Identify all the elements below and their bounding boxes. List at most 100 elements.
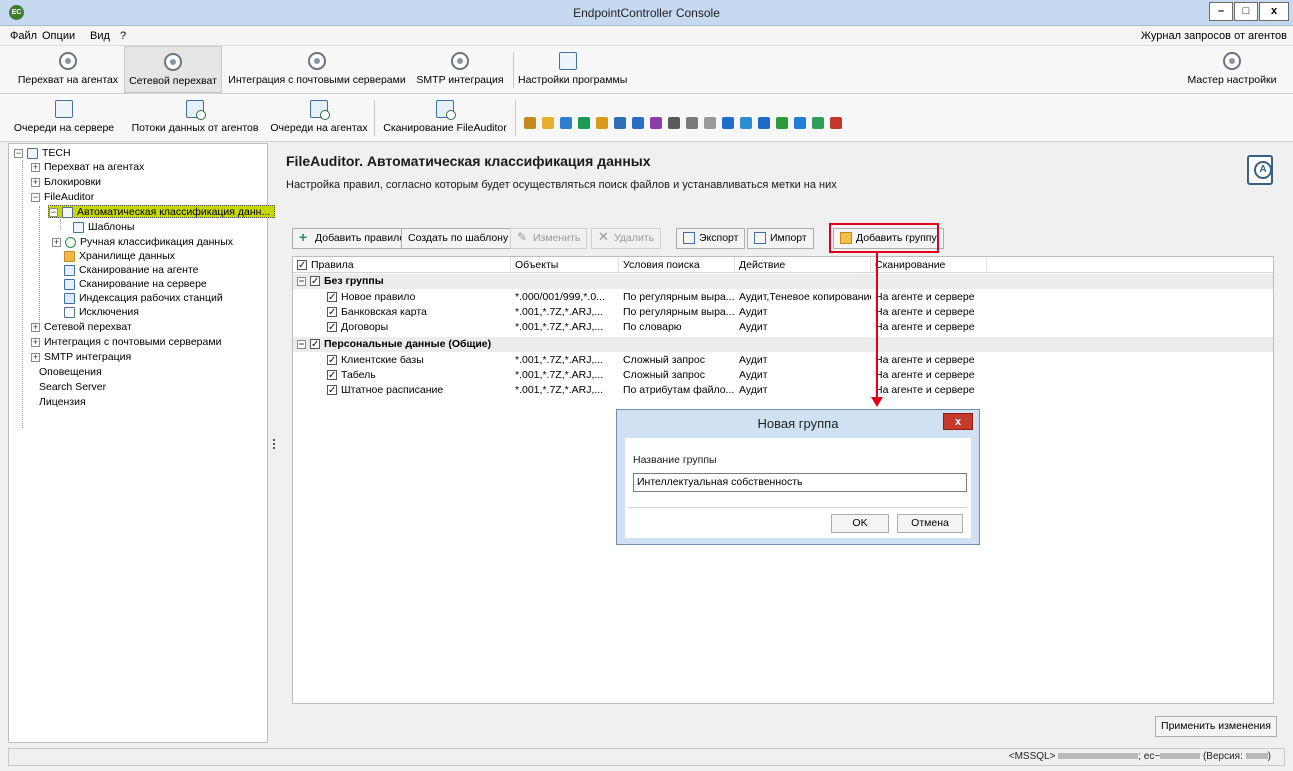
tree-item-network-intercept[interactable]: + Сетевой перехват <box>31 321 132 334</box>
network-intercept-button[interactable]: Сетевой перехват <box>124 46 222 93</box>
menu-file[interactable]: Файл <box>10 30 37 42</box>
tree-item-workstation-index[interactable]: Индексация рабочих станций <box>64 292 223 305</box>
row-checkbox[interactable] <box>327 305 337 320</box>
setup-wizard-button[interactable]: Мастер настройки <box>1180 46 1284 93</box>
table-row[interactable]: Новое правило *.000/001/999,*.0... По ре… <box>293 290 1273 305</box>
minimize-button[interactable]: – <box>1209 2 1233 21</box>
collapse-icon[interactable]: − <box>49 207 58 217</box>
channel-icon[interactable] <box>722 117 734 129</box>
channel-icon[interactable] <box>740 117 752 129</box>
table-row[interactable]: Банковская карта *.001,*.7Z,*.ARJ,... По… <box>293 305 1273 320</box>
tree-item-agent-intercept[interactable]: + Перехват на агентах <box>31 161 144 174</box>
tree-item-templates[interactable]: Шаблоны <box>73 221 134 234</box>
channel-icon[interactable] <box>614 117 626 129</box>
fileauditor-scan-button[interactable]: Сканирование FileAuditor <box>378 94 512 141</box>
channel-icon[interactable] <box>596 117 608 129</box>
agent-queues-button[interactable]: Очереди на агентах <box>266 94 372 141</box>
close-button[interactable]: x <box>1259 2 1289 21</box>
import-button[interactable]: Импорт <box>747 228 814 249</box>
table-row[interactable]: Табель *.001,*.7Z,*.ARJ,... Сложный запр… <box>293 368 1273 383</box>
menu-help[interactable]: ? <box>120 30 126 42</box>
row-checkbox[interactable] <box>327 353 337 368</box>
tree-item-blocks[interactable]: + Блокировки <box>31 176 101 189</box>
menu-view[interactable]: Вид <box>90 30 110 42</box>
column-header-rules[interactable]: Правила <box>293 257 511 274</box>
tree-root-tech[interactable]: − TECH <box>14 147 71 160</box>
expand-icon[interactable]: + <box>31 177 40 187</box>
collapse-icon[interactable]: − <box>31 192 40 202</box>
expand-icon[interactable]: + <box>31 352 40 362</box>
column-header-conditions[interactable]: Условия поиска <box>619 257 735 273</box>
row-checkbox[interactable] <box>327 383 337 398</box>
tree-item-exceptions[interactable]: Исключения <box>64 306 139 319</box>
delete-button[interactable]: ✕ Удалить <box>591 228 662 249</box>
mail-integration-button[interactable]: Интеграция с почтовыми серверами <box>224 46 410 93</box>
column-header-scanning[interactable]: Сканирование <box>871 257 987 273</box>
table-row[interactable]: Клиентские базы *.001,*.7Z,*.ARJ,... Сло… <box>293 353 1273 368</box>
panel-splitter[interactable] <box>272 437 276 451</box>
column-header-objects[interactable]: Объекты <box>511 257 619 273</box>
channel-icon[interactable] <box>758 117 770 129</box>
tree-item-search-server[interactable]: Search Server <box>39 381 106 394</box>
expand-icon[interactable]: + <box>31 337 40 347</box>
dialog-close-button[interactable]: x <box>943 413 973 430</box>
row-checkbox[interactable] <box>327 320 337 335</box>
channel-icon[interactable] <box>668 117 680 129</box>
table-row[interactable]: Договоры *.001,*.7Z,*.ARJ,... По словарю… <box>293 320 1273 335</box>
collapse-icon[interactable]: − <box>14 148 23 158</box>
channel-icon[interactable] <box>686 117 698 129</box>
ok-button[interactable]: OK <box>831 514 889 533</box>
tree-item-auto-classification[interactable]: − Автоматическая классификация данн... <box>48 205 276 218</box>
tree-item-data-storage[interactable]: Хранилище данных <box>64 250 175 263</box>
row-checkbox[interactable] <box>327 368 337 383</box>
column-header-action[interactable]: Действие <box>735 257 871 273</box>
program-settings-button[interactable]: Настройки программы <box>518 46 627 93</box>
export-button[interactable]: Экспорт <box>676 228 746 249</box>
group-row[interactable]: −Без группы <box>293 274 1273 289</box>
group-checkbox[interactable] <box>310 337 320 352</box>
menu-options[interactable]: Опции <box>42 30 75 42</box>
channel-icon[interactable] <box>830 117 842 129</box>
cancel-button[interactable]: Отмена <box>897 514 963 533</box>
menu-bar: Файл Опции Вид ? Журнал запросов от аген… <box>0 26 1293 46</box>
channel-icon[interactable] <box>542 117 554 129</box>
channel-icon[interactable] <box>560 117 572 129</box>
table-row[interactable]: Штатное расписание *.001,*.7Z,*.ARJ,... … <box>293 383 1273 398</box>
apply-changes-button[interactable]: Применить изменения <box>1155 716 1277 737</box>
create-from-template-button[interactable]: Создать по шаблону <box>401 228 516 249</box>
collapse-icon[interactable]: − <box>297 276 306 286</box>
row-checkbox[interactable] <box>327 290 337 305</box>
channel-icon[interactable] <box>524 117 536 129</box>
channel-icon[interactable] <box>704 117 716 129</box>
expand-icon[interactable]: + <box>52 237 61 247</box>
tree-item-fileauditor[interactable]: − FileAuditor <box>31 191 94 204</box>
tree-item-license[interactable]: Лицензия <box>39 396 86 409</box>
tree-item-notifications[interactable]: Оповещения <box>39 366 102 379</box>
tree-item-mail-integration[interactable]: + Интеграция с почтовыми серверами <box>31 336 221 349</box>
agent-intercept-button[interactable]: Перехват на агентах <box>12 46 124 93</box>
channel-icon[interactable] <box>632 117 644 129</box>
tree-item-manual-classification[interactable]: + Ручная классификация данных <box>52 236 233 249</box>
group-checkbox[interactable] <box>310 274 320 289</box>
server-queues-button[interactable]: Очереди на сервере <box>8 94 120 141</box>
channel-icon[interactable] <box>650 117 662 129</box>
tree-item-smtp-integration[interactable]: + SMTP интеграция <box>31 351 131 364</box>
collapse-icon[interactable]: − <box>297 339 306 349</box>
smtp-integration-button[interactable]: SMTP интеграция <box>412 46 508 93</box>
expand-icon[interactable]: + <box>31 322 40 332</box>
channel-icon[interactable] <box>776 117 788 129</box>
channel-icon[interactable] <box>794 117 806 129</box>
channel-icon[interactable] <box>578 117 590 129</box>
edit-button[interactable]: ✎ Изменить <box>510 228 588 249</box>
expand-icon[interactable]: + <box>31 162 40 172</box>
channel-icon[interactable] <box>812 117 824 129</box>
group-name-input[interactable]: Интеллектуальная собственность <box>633 473 967 492</box>
agent-data-streams-button[interactable]: Потоки данных от агентов <box>126 94 264 141</box>
select-all-checkbox[interactable] <box>297 258 307 274</box>
tree-item-agent-scan[interactable]: Сканирование на агенте <box>64 264 198 277</box>
tree-item-server-scan[interactable]: Сканирование на сервере <box>64 278 207 291</box>
agent-request-log-link[interactable]: Журнал запросов от агентов <box>1141 30 1287 42</box>
group-row[interactable]: −Персональные данные (Общие) <box>293 337 1273 352</box>
add-rule-button[interactable]: + Добавить правило <box>292 228 413 249</box>
maximize-button[interactable]: □ <box>1234 2 1258 21</box>
